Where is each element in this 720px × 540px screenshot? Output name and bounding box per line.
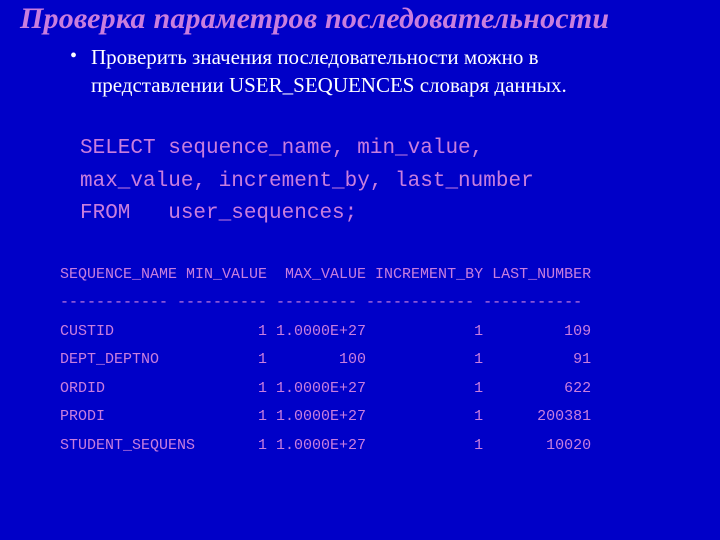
result-row: CUSTID 1 1.0000E+27 1 109 xyxy=(60,323,591,340)
bullet-item: • Проверить значения последовательности … xyxy=(70,43,700,100)
result-separator: ------------ ---------- --------- ------… xyxy=(60,294,582,311)
query-result: SEQUENCE_NAME MIN_VALUE MAX_VALUE INCREM… xyxy=(60,261,700,461)
result-row: STUDENT_SEQUENS 1 1.0000E+27 1 10020 xyxy=(60,437,591,454)
result-row: ORDID 1 1.0000E+27 1 622 xyxy=(60,380,591,397)
slide: Проверка параметров последовательности •… xyxy=(0,2,720,480)
sql-line: max_value, increment_by, last_number xyxy=(80,170,534,193)
bullet-text: Проверить значения последовательности мо… xyxy=(91,43,651,100)
result-row: DEPT_DEPTNO 1 100 1 91 xyxy=(60,351,591,368)
result-row: PRODI 1 1.0000E+27 1 200381 xyxy=(60,408,591,425)
sql-block: SELECT sequence_name, min_value, max_val… xyxy=(80,133,700,231)
result-header: SEQUENCE_NAME MIN_VALUE MAX_VALUE INCREM… xyxy=(60,266,591,283)
sql-line: SELECT sequence_name, min_value, xyxy=(80,137,483,160)
sql-line: FROM user_sequences; xyxy=(80,202,357,225)
slide-title: Проверка параметров последовательности xyxy=(20,2,700,37)
bullet-dot-icon: • xyxy=(70,43,77,69)
